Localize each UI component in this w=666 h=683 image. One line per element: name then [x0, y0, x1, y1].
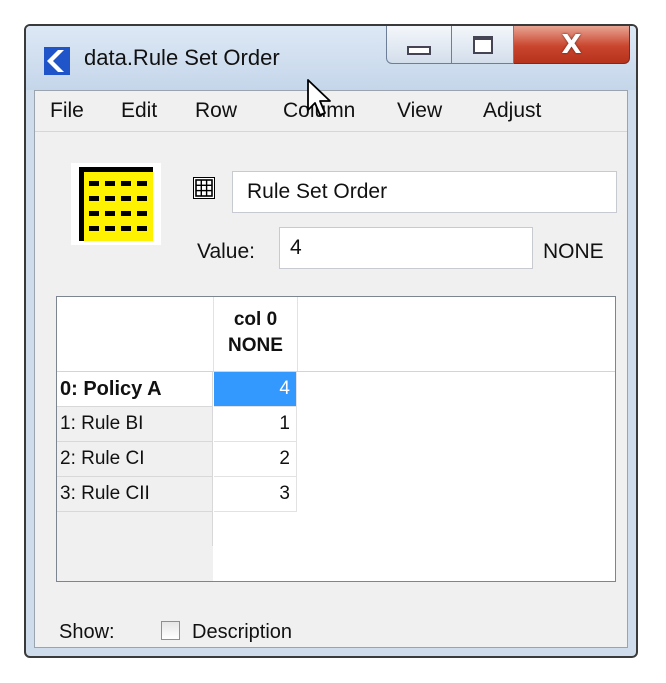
minimize-icon	[407, 46, 431, 55]
description-label[interactable]: Description	[192, 621, 292, 644]
menu-row[interactable]: Row	[195, 99, 237, 123]
row-header[interactable]: 1: Rule BI	[57, 407, 213, 442]
window-title: data.Rule Set Order	[84, 45, 280, 70]
table-cell[interactable]: 4	[214, 372, 297, 407]
value-field[interactable]: 4	[279, 227, 533, 269]
row-header-empty	[57, 512, 213, 547]
show-label: Show:	[59, 621, 115, 643]
close-icon: X	[561, 29, 582, 60]
app-logo-icon	[44, 47, 70, 75]
slot-name-field[interactable]: Rule Set Order	[232, 171, 617, 213]
table-cell[interactable]: 3	[214, 477, 297, 512]
table-cell[interactable]: 2	[214, 442, 297, 477]
close-button[interactable]: X	[514, 26, 630, 64]
maximize-icon	[472, 35, 493, 54]
menu-edit[interactable]: Edit	[121, 99, 157, 123]
maximize-button[interactable]	[452, 26, 514, 64]
description-checkbox[interactable]	[161, 621, 180, 640]
data-table: col 0 NONE 0: Policy A 4 1: Rule BI 1 2:…	[56, 296, 616, 582]
table-slot-icon	[71, 163, 161, 245]
column-unit: NONE	[228, 335, 283, 356]
value-label: Value:	[197, 240, 255, 263]
menu-view[interactable]: View	[397, 99, 442, 123]
window-controls: X	[386, 26, 630, 68]
row-header[interactable]: 2: Rule CI	[57, 442, 213, 477]
mouse-cursor-icon	[307, 79, 331, 116]
menu-adjust[interactable]: Adjust	[483, 99, 541, 123]
table-cell[interactable]: 1	[214, 407, 297, 442]
grid-icon[interactable]	[193, 177, 215, 199]
value-unit-label: NONE	[543, 240, 604, 263]
minimize-button[interactable]	[386, 26, 452, 64]
menu-file[interactable]: File	[50, 99, 84, 123]
window-client-area: File Edit Row Column View Adjust	[34, 90, 628, 648]
column-header-col-0[interactable]: col 0 NONE	[214, 297, 298, 371]
column-name: col 0	[233, 309, 278, 330]
row-header-filler	[57, 546, 213, 581]
row-header[interactable]: 3: Rule CII	[57, 477, 213, 512]
row-header[interactable]: 0: Policy A	[57, 372, 213, 407]
table-corner[interactable]	[57, 297, 214, 371]
